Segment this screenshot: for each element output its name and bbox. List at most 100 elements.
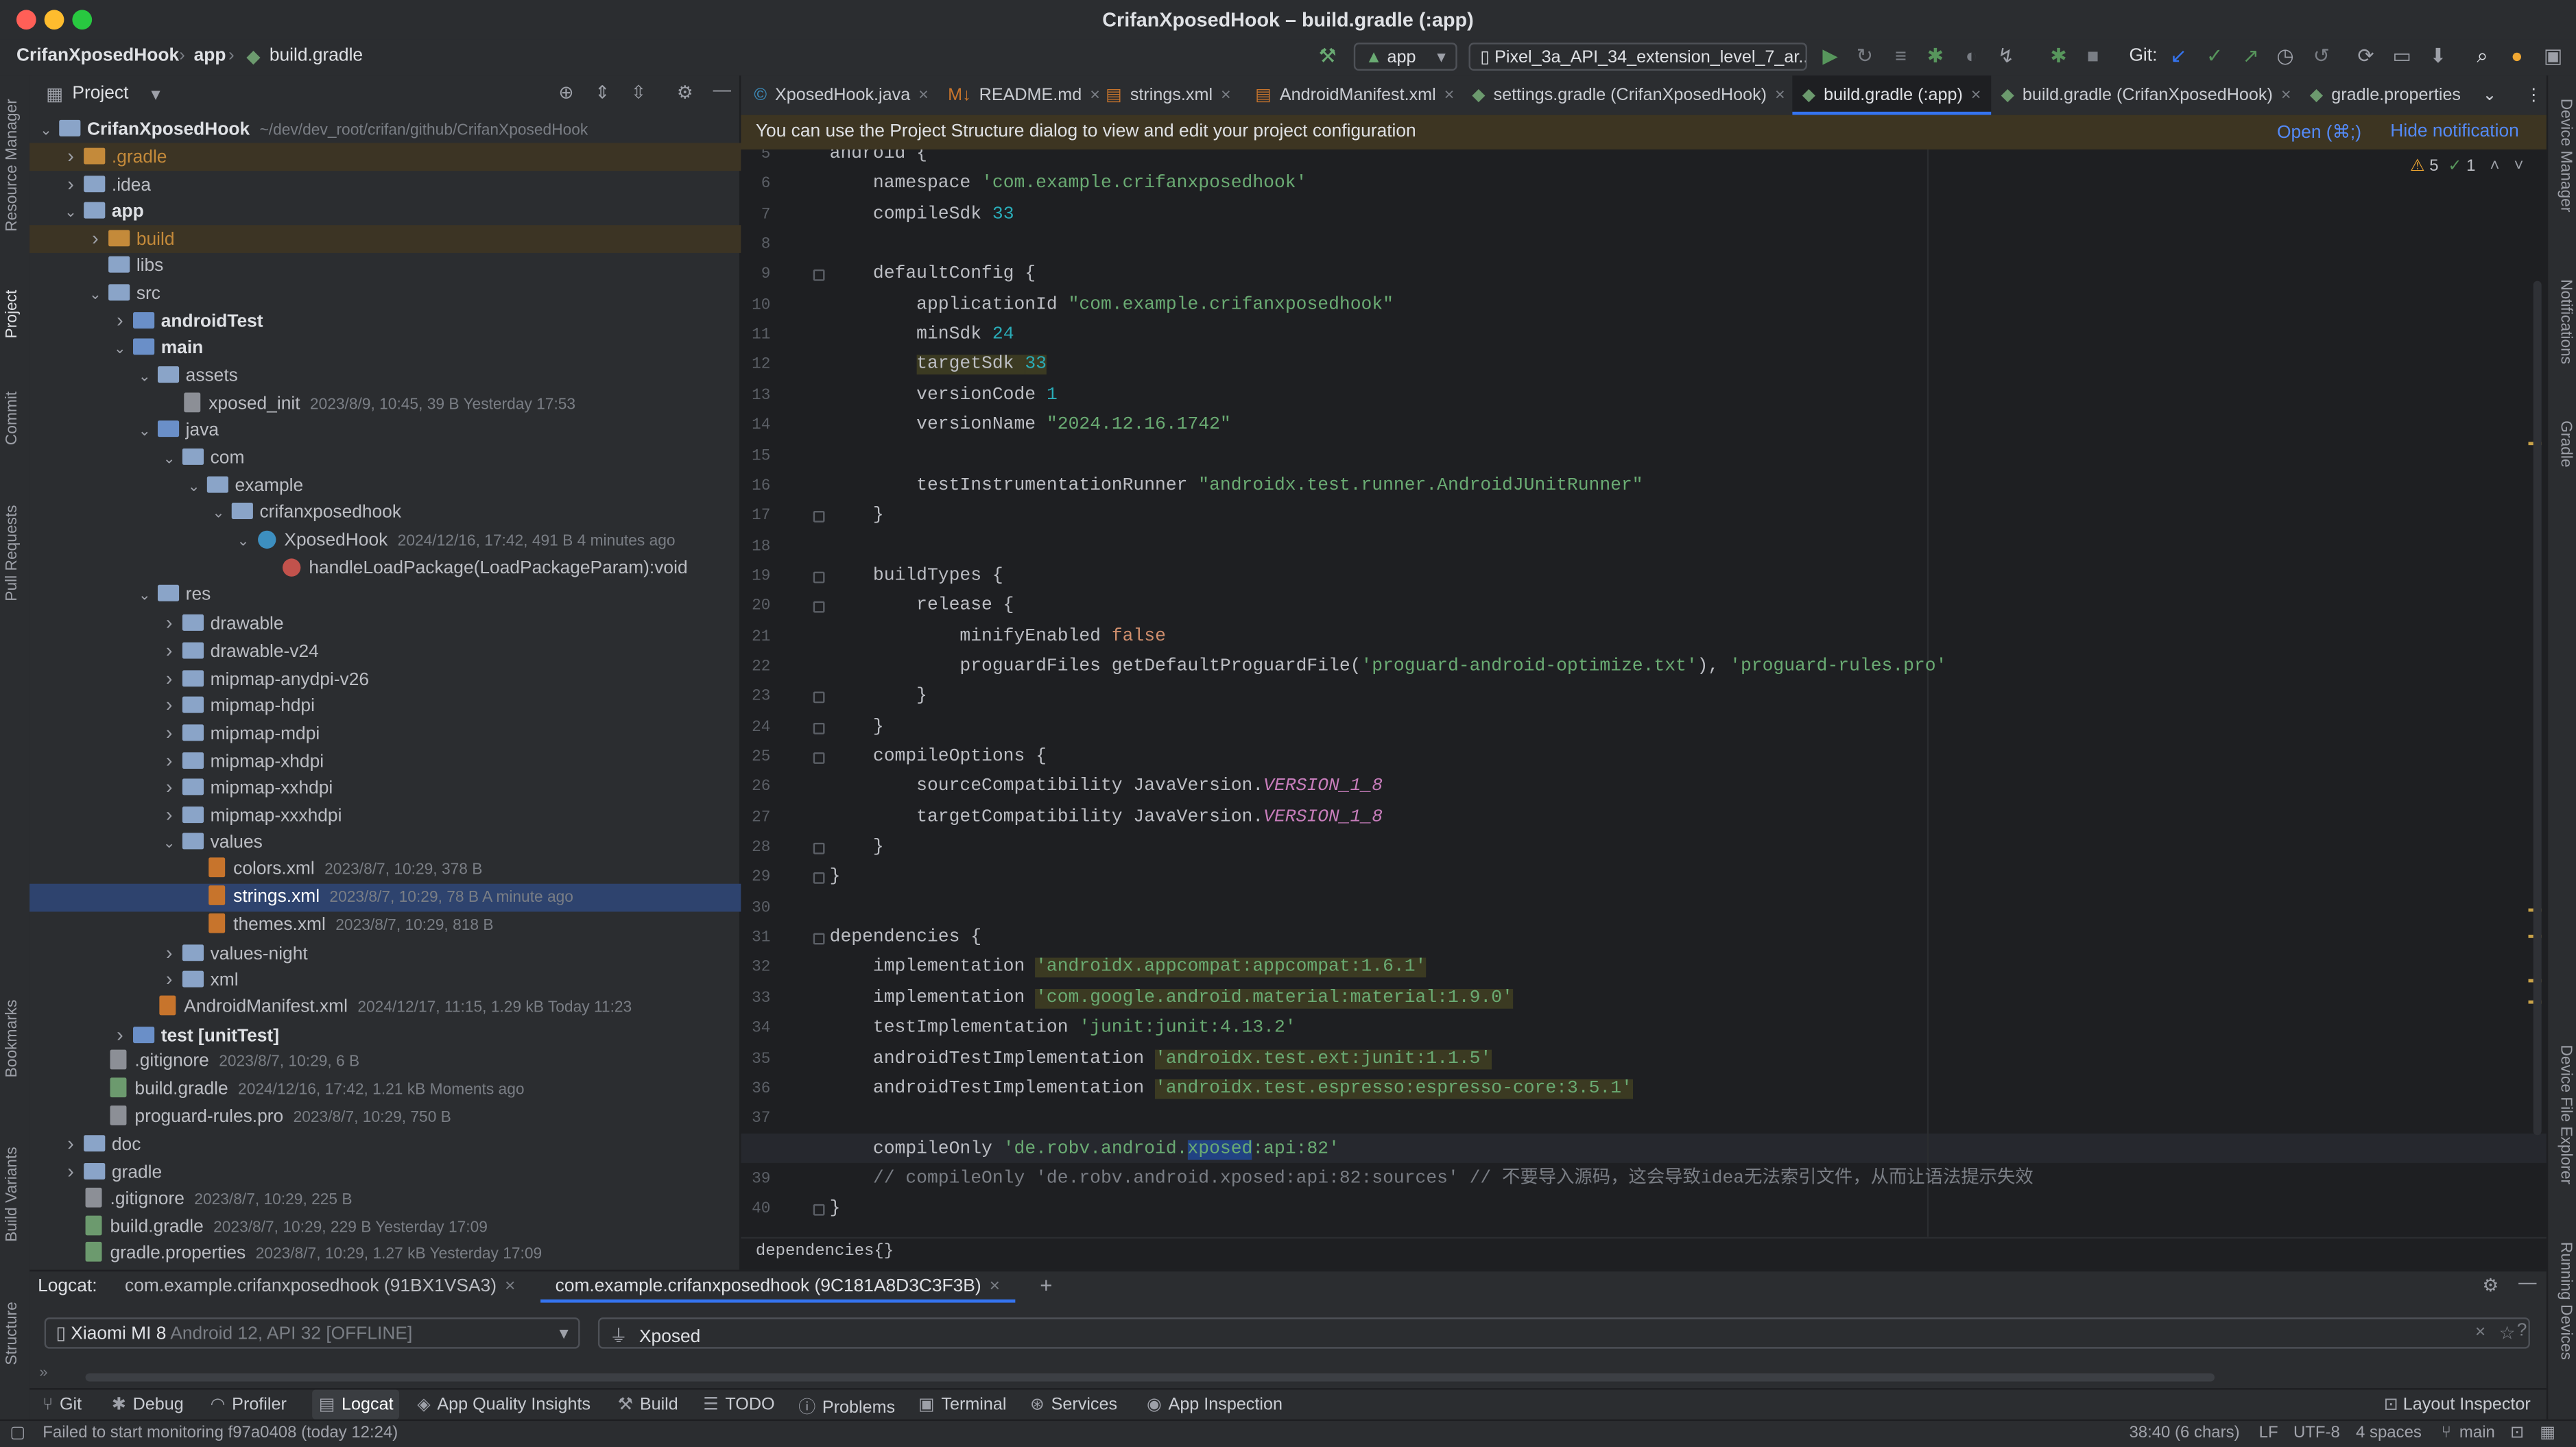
editor-tab[interactable]: ◆ build.gradle (:app) × <box>1792 75 1991 115</box>
chevron-down-icon[interactable]: ⌄ <box>87 280 104 308</box>
chevron-right-icon[interactable]: › <box>161 665 178 692</box>
attach-debugger-icon[interactable]: ↯ <box>1994 45 2018 68</box>
sync-gradle-icon[interactable]: ⟳ <box>2354 45 2378 68</box>
tree-node[interactable]: › drawable <box>29 610 854 637</box>
fold-marker-icon[interactable] <box>813 722 825 734</box>
tree-node[interactable]: › .gradle <box>29 143 756 171</box>
gear-icon[interactable]: ⚙ <box>2482 1275 2499 1296</box>
open-project-structure-link[interactable]: Open (⌘;) <box>2277 121 2361 143</box>
breadcrumb-scope[interactable]: dependencies{} <box>756 1243 894 1261</box>
tree-node[interactable]: › mipmap-anydpi-v26 <box>29 665 854 692</box>
tree-node[interactable]: › doc <box>29 1131 756 1158</box>
close-icon[interactable]: × <box>2281 86 2291 106</box>
hide-panel-icon[interactable]: — <box>2518 1273 2536 1293</box>
tree-node[interactable]: ⌄ assets <box>29 363 830 390</box>
editor-tab[interactable]: ◆ settings.gradle (CrifanXposedHook) × <box>1472 75 1785 115</box>
status-message[interactable]: Failed to start monitoring f97a0408 (tod… <box>43 1424 398 1442</box>
close-icon[interactable]: × <box>1971 86 1981 106</box>
tree-node[interactable]: › test [unitTest] <box>29 1021 805 1049</box>
breadcrumb-project[interactable]: CrifanXposedHook <box>16 46 179 66</box>
project-view-select[interactable]: Project <box>72 84 128 104</box>
chevron-right-icon[interactable]: › <box>112 1021 128 1049</box>
expand-icon[interactable]: » <box>39 1363 47 1380</box>
chevron-right-icon[interactable]: › <box>161 747 178 774</box>
chevron-right-icon[interactable]: › <box>62 171 79 198</box>
expand-all-icon[interactable]: ⇕ <box>595 82 610 104</box>
close-icon[interactable]: × <box>505 1276 515 1296</box>
tool-window-button[interactable]: ⑂ Git <box>43 1395 82 1415</box>
fold-marker-icon[interactable] <box>813 601 825 614</box>
chevron-right-icon[interactable]: › <box>161 610 178 637</box>
logcat-device-select[interactable]: ▯ Xiaomi MI 8 Android 12, API 32 [OFFLIN… <box>44 1317 580 1349</box>
rollback-icon[interactable]: ↺ <box>2310 45 2333 68</box>
tree-node[interactable]: ⌄ java <box>29 418 830 445</box>
chevron-down-icon[interactable]: ⌄ <box>38 116 54 143</box>
more-icon[interactable]: ⋮ <box>2525 75 2542 115</box>
logcat-tab-2[interactable]: com.example.crifanxposedhook (9C181A8D3C… <box>540 1271 1015 1303</box>
tool-window-button[interactable]: ☰ TODO <box>703 1395 774 1415</box>
memory-icon[interactable]: ▦ <box>2540 1424 2555 1442</box>
tool-running-devices[interactable]: Running Devices <box>2556 1242 2574 1360</box>
add-tab-icon[interactable]: + <box>1040 1273 1052 1297</box>
caret-position[interactable]: 38:40 (6 chars) <box>2129 1424 2239 1442</box>
tree-node[interactable]: › androidTest <box>29 308 805 335</box>
tree-node[interactable]: .gitignore 2023/8/7, 10:29, 6 B <box>29 1049 780 1076</box>
layout-inspector-button[interactable]: ⊡ Layout Inspector <box>2384 1395 2531 1415</box>
tree-node[interactable]: build.gradle 2024/12/16, 17:42, 1.21 kB M… <box>29 1076 780 1103</box>
tree-node[interactable]: › mipmap-xxhdpi <box>29 774 854 802</box>
tree-node[interactable]: › drawable-v24 <box>29 637 854 665</box>
profile-icon[interactable]: ◐ <box>1960 45 1983 68</box>
tool-window-button[interactable]: ◈ App Quality Insights <box>417 1395 591 1415</box>
locate-icon[interactable]: ⊕ <box>558 82 573 104</box>
tree-node[interactable]: ⌄ app <box>29 198 756 226</box>
breadcrumb-module[interactable]: app <box>194 46 226 66</box>
hide-panel-icon[interactable]: — <box>713 80 731 100</box>
tree-node[interactable]: › build <box>29 225 780 253</box>
tree-node[interactable]: › mipmap-xxxhdpi <box>29 802 854 829</box>
favorite-icon[interactable]: ☆ <box>2499 1322 2516 1344</box>
run-icon[interactable]: ▶ <box>1819 45 1842 68</box>
tool-project[interactable]: Project <box>3 290 21 339</box>
fold-marker-icon[interactable] <box>813 692 825 704</box>
chevron-right-icon[interactable]: › <box>62 143 79 171</box>
tool-window-button[interactable]: ⓘ Problems <box>798 1395 895 1420</box>
chevron-right-icon[interactable]: › <box>161 966 178 994</box>
git-update-icon[interactable]: ↙ <box>2167 45 2191 68</box>
sdk-manager-icon[interactable]: ⬇ <box>2426 45 2450 68</box>
fold-marker-icon[interactable] <box>813 842 825 854</box>
fold-marker-icon[interactable] <box>813 571 825 584</box>
chevron-down-icon[interactable]: ⌄ <box>211 500 227 527</box>
tool-bookmarks[interactable]: Bookmarks <box>3 1000 21 1078</box>
editor-tab[interactable]: ▤ AndroidManifest.xml × <box>1255 75 1454 115</box>
chevron-up-icon[interactable]: ˄ <box>2490 158 2499 176</box>
chevron-right-icon[interactable]: › <box>161 692 178 719</box>
tool-device-file-explorer[interactable]: Device File Explorer <box>2556 1044 2574 1184</box>
tree-node[interactable]: › xml <box>29 966 854 994</box>
chevron-right-icon[interactable]: › <box>112 308 128 335</box>
tool-build-variants[interactable]: Build Variants <box>3 1147 21 1242</box>
device-select[interactable]: ▯ Pixel_3a_API_34_extension_level_7_ar..… <box>1468 43 1807 71</box>
editor-tab[interactable]: © XposedHook.java × <box>754 75 928 115</box>
tool-notifications[interactable]: Notifications <box>2556 279 2574 364</box>
tool-structure[interactable]: Structure <box>3 1302 21 1365</box>
chevron-down-icon[interactable]: ⌄ <box>62 198 79 226</box>
tree-node[interactable]: xposed_init 2023/8/9, 10:45, 39 B Yesterd… <box>29 390 854 418</box>
tool-window-button[interactable]: ◠ Profiler <box>211 1395 287 1415</box>
git-commit-icon[interactable]: ✓ <box>2203 45 2226 68</box>
chevron-right-icon[interactable]: › <box>87 226 104 253</box>
git-push-icon[interactable]: ↗ <box>2239 45 2263 68</box>
breadcrumb-file[interactable]: build.gradle <box>270 46 363 66</box>
tree-node[interactable]: build.gradle 2023/8/7, 10:29, 229 B Yeste… <box>29 1213 756 1241</box>
tool-pull-requests[interactable]: Pull Requests <box>3 505 21 601</box>
tool-window-button[interactable]: ⊛ Services <box>1030 1395 1117 1415</box>
close-icon[interactable]: × <box>1090 86 1100 106</box>
chevron-right-icon[interactable]: › <box>161 802 178 829</box>
close-icon[interactable]: × <box>990 1276 1000 1296</box>
account-icon[interactable]: ▣ <box>2542 45 2565 68</box>
chevron-down-icon[interactable]: ⌄ <box>136 582 153 610</box>
fold-marker-icon[interactable] <box>813 933 825 945</box>
editor-scrollbar[interactable] <box>2533 280 2542 1136</box>
chevron-down-icon[interactable]: ⌄ <box>112 335 128 363</box>
attach-icon[interactable]: ✱ <box>2047 45 2071 68</box>
debug-icon[interactable]: ✱ <box>1924 45 1947 68</box>
